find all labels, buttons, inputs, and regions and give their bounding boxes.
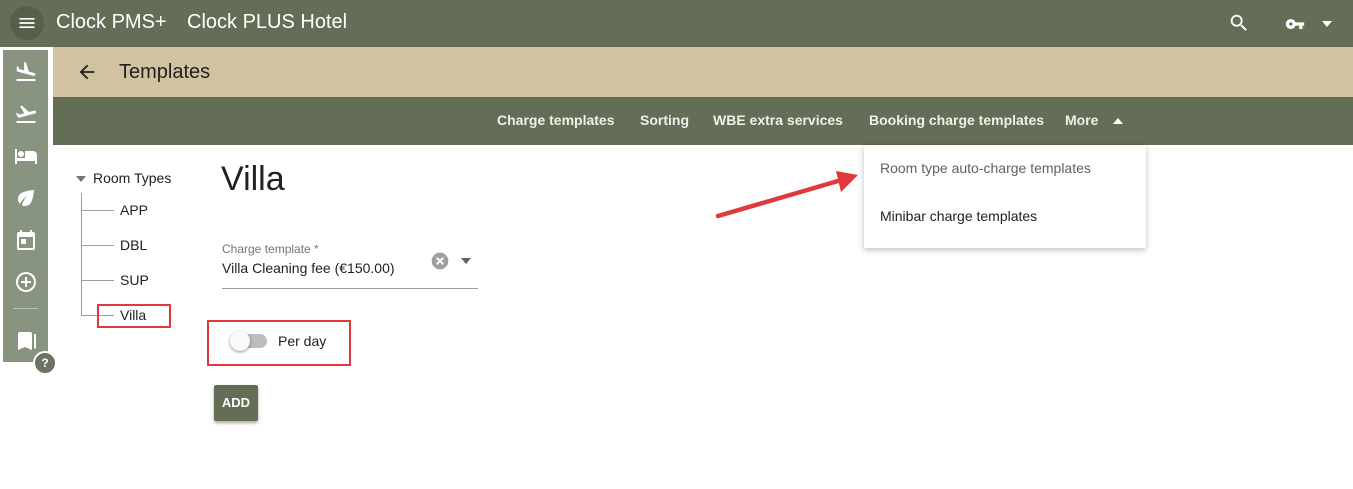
tree-root-room-types[interactable]: Room Types	[93, 170, 171, 186]
menu-item-minibar-charge-templates[interactable]: Minibar charge templates	[880, 208, 1037, 224]
tree-expand-icon[interactable]	[76, 175, 86, 183]
title-bar: Templates	[53, 47, 1353, 97]
flight-takeoff-icon[interactable]	[14, 102, 38, 126]
flight-land-icon[interactable]	[14, 60, 38, 84]
caret-down-icon[interactable]	[1320, 19, 1334, 29]
menu-item-room-type-auto-charge-templates[interactable]: Room type auto-charge templates	[880, 160, 1091, 176]
page-title: Templates	[119, 61, 211, 83]
tree-branch	[82, 245, 114, 246]
dropdown-arrow-icon[interactable]	[460, 257, 472, 265]
eco-leaf-icon[interactable]	[14, 186, 38, 210]
hotel-name[interactable]: Clock PLUS Hotel	[187, 11, 347, 34]
room-type-heading: Villa	[221, 160, 285, 198]
key-icon[interactable]	[1282, 14, 1308, 34]
clear-icon[interactable]	[430, 251, 450, 271]
calendar-icon[interactable]	[14, 228, 38, 252]
highlight-box-per-day	[207, 320, 351, 366]
menu-icon	[19, 18, 35, 28]
rail-divider	[13, 308, 38, 309]
tree-connector	[81, 193, 82, 316]
tree-item-sup[interactable]: SUP	[120, 272, 149, 288]
tree-branch	[82, 210, 114, 211]
side-rail	[3, 50, 48, 362]
help-button[interactable]: ?	[33, 351, 57, 375]
tree-item-dbl[interactable]: DBL	[120, 237, 147, 253]
tab-more[interactable]: More	[1065, 112, 1098, 128]
tab-charge-templates[interactable]: Charge templates	[497, 112, 614, 128]
field-underline	[222, 288, 478, 289]
tree-branch	[82, 280, 114, 281]
help-label: ?	[41, 356, 49, 370]
charge-template-select[interactable]: Villa Cleaning fee (€150.00)	[222, 260, 395, 276]
tab-bar: Charge templates Sorting WBE extra servi…	[53, 97, 1353, 145]
book-icon[interactable]	[14, 329, 38, 353]
hotel-bed-icon[interactable]	[14, 144, 38, 168]
tab-wbe-extra-services[interactable]: WBE extra services	[713, 112, 843, 128]
app-name[interactable]: Clock PMS+	[56, 11, 167, 34]
tab-sorting[interactable]: Sorting	[640, 112, 689, 128]
back-arrow-icon[interactable]	[76, 61, 98, 83]
tree-item-app[interactable]: APP	[120, 202, 148, 218]
top-app-bar: Clock PMS+ Clock PLUS Hotel	[0, 0, 1353, 47]
tab-booking-charge-templates[interactable]: Booking charge templates	[869, 112, 1044, 128]
search-icon[interactable]	[1228, 12, 1250, 34]
more-dropdown-menu: Room type auto-charge templates Minibar …	[864, 145, 1146, 248]
add-circle-icon[interactable]	[14, 270, 38, 294]
annotation-arrow-icon	[715, 171, 858, 219]
add-button[interactable]: ADD	[214, 385, 258, 421]
caret-up-icon[interactable]	[1111, 116, 1125, 126]
highlight-box-villa	[97, 304, 171, 328]
menu-button[interactable]	[10, 6, 44, 40]
charge-template-label: Charge template *	[222, 242, 319, 256]
